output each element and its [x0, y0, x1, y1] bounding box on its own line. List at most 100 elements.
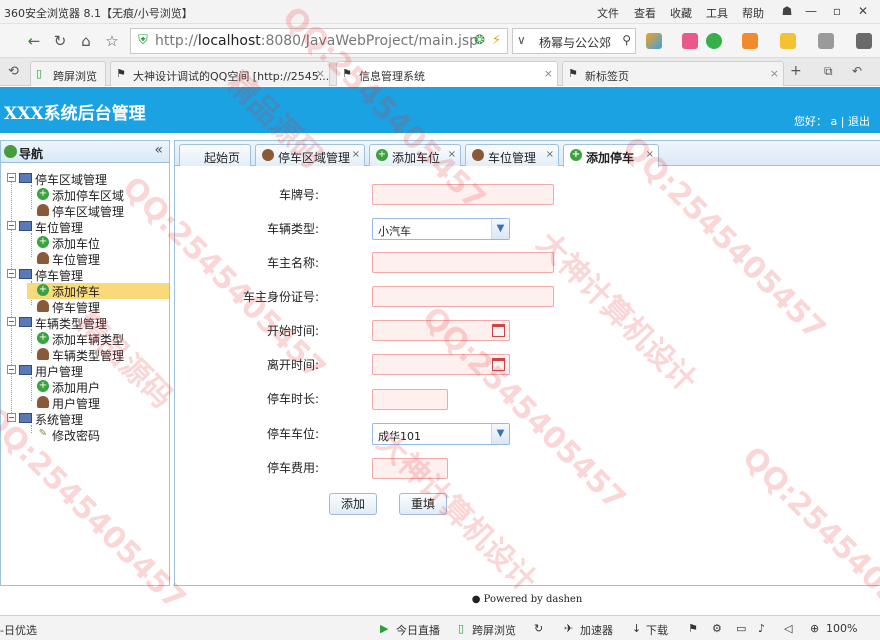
- menu-tools[interactable]: 工具: [706, 5, 728, 21]
- fee-input[interactable]: [372, 458, 448, 479]
- user-info: 您好： a | 退出: [794, 115, 870, 128]
- expand-icon[interactable]: −: [7, 221, 16, 230]
- expand-icon[interactable]: −: [7, 317, 16, 326]
- browser-tab-system[interactable]: ⚑ 信息管理系统 ×: [336, 61, 558, 86]
- status-download[interactable]: 下载: [646, 622, 668, 638]
- sound-icon[interactable]: ♪: [758, 622, 765, 635]
- browser-titlebar: 360安全浏览器 8.1【无痕/小号浏览】 文件 查看 收藏 工具 帮助 ☗ —…: [0, 0, 880, 24]
- status-cross[interactable]: 跨屏浏览: [472, 622, 516, 638]
- home-icon[interactable]: ⌂: [76, 31, 96, 51]
- tab-add-space[interactable]: + 添加车位 ×: [369, 144, 461, 166]
- vehicle-type-select[interactable]: 小汽车 ▼: [372, 218, 510, 240]
- close-tab-icon[interactable]: ×: [316, 67, 325, 80]
- chevron-down-icon[interactable]: ∨: [517, 33, 526, 47]
- nav-item-add-user[interactable]: + 添加用户: [27, 379, 169, 395]
- expand-icon[interactable]: −: [7, 413, 16, 422]
- refresh-icon[interactable]: ↻: [534, 622, 543, 635]
- status-accelerator[interactable]: 加速器: [580, 622, 613, 638]
- refresh-icon[interactable]: ↻: [50, 31, 70, 51]
- translate-icon[interactable]: [742, 33, 758, 49]
- tab-home[interactable]: 起始页: [179, 144, 251, 166]
- menu-view[interactable]: 查看: [634, 5, 656, 21]
- nav-item-vehicle-type-manage[interactable]: 车辆类型管理: [27, 347, 169, 363]
- nav-item-change-password[interactable]: ✎ 修改密码: [27, 427, 169, 443]
- start-time-input[interactable]: [372, 320, 510, 341]
- owner-id-input[interactable]: [372, 286, 554, 307]
- leave-time-input[interactable]: [372, 354, 510, 375]
- person-icon: [262, 149, 274, 161]
- tab-parking-area-manage[interactable]: 停车区域管理 ×: [255, 144, 365, 166]
- close-tab-icon[interactable]: ×: [546, 149, 554, 160]
- chevron-down-icon[interactable]: ▼: [491, 219, 509, 239]
- url-field[interactable]: ⛨ http://localhost:8080/JavaWebProject/m…: [130, 28, 508, 54]
- wallet-icon[interactable]: [706, 33, 722, 49]
- expand-icon[interactable]: −: [7, 173, 16, 182]
- logout-link[interactable]: 退出: [848, 115, 870, 128]
- url-text: http://localhost:8080/JavaWebProject/mai…: [155, 33, 479, 49]
- status-live[interactable]: 今日直播: [396, 622, 440, 638]
- close-tab-icon[interactable]: ×: [352, 149, 360, 160]
- browser-tab-cross[interactable]: ▯ 跨屏浏览: [30, 61, 106, 86]
- menu-favorites[interactable]: 收藏: [670, 5, 692, 21]
- nav-item-add-space[interactable]: + 添加车位: [27, 235, 169, 251]
- nav-item-add-parking-area[interactable]: + 添加停车区域: [27, 187, 169, 203]
- tools-icon[interactable]: ⚙: [712, 622, 722, 635]
- star-icon[interactable]: ☆: [102, 31, 122, 51]
- apps-icon[interactable]: [646, 33, 662, 49]
- close-tab-icon[interactable]: ×: [646, 149, 654, 160]
- nav-item-add-parking[interactable]: + 添加停车: [27, 283, 169, 299]
- window-icon[interactable]: ▭: [736, 622, 746, 635]
- skin-icon[interactable]: ☗: [776, 2, 798, 20]
- restore-icon[interactable]: ↶: [852, 64, 862, 78]
- plate-input[interactable]: [372, 184, 554, 205]
- close-tab-icon[interactable]: ×: [448, 149, 456, 160]
- person-icon: [37, 204, 49, 216]
- space-select[interactable]: 成华101 ▼: [372, 423, 510, 445]
- undo-tab-icon[interactable]: ⟲: [8, 64, 19, 79]
- calendar-icon[interactable]: [492, 324, 505, 337]
- menu-help[interactable]: 帮助: [742, 5, 764, 21]
- expand-icon[interactable]: −: [7, 269, 16, 278]
- close-window-icon[interactable]: ✕: [852, 2, 874, 20]
- close-tab-icon[interactable]: ×: [770, 67, 779, 80]
- collapse-icon[interactable]: «: [154, 142, 163, 158]
- search-icon[interactable]: ⚲: [622, 33, 631, 47]
- nav-item-parking-area-manage[interactable]: 停车区域管理: [27, 203, 169, 219]
- nav-item-add-vehicle-type[interactable]: + 添加车辆类型: [27, 331, 169, 347]
- volume-icon[interactable]: ◁: [784, 622, 792, 635]
- duration-input[interactable]: [372, 389, 448, 410]
- nav-item-user-manage[interactable]: 用户管理: [27, 395, 169, 411]
- browser-tab-qq[interactable]: ⚑ 大神设计调试的QQ空间 [http://2545... ×: [110, 61, 330, 86]
- nav-item-parking-manage[interactable]: 停车管理: [27, 299, 169, 315]
- flag-icon[interactable]: ⚑: [688, 622, 698, 635]
- mail-icon[interactable]: [682, 33, 698, 49]
- screenshot-icon[interactable]: [818, 33, 834, 49]
- browser-tab-newtab[interactable]: ⚑ 新标签页 ×: [562, 61, 784, 86]
- calendar-icon[interactable]: [492, 358, 505, 371]
- tab-list-icon[interactable]: ⧉: [824, 64, 833, 79]
- expand-icon[interactable]: −: [7, 365, 16, 374]
- lightning-icon[interactable]: ⚡: [492, 33, 501, 49]
- tab-space-manage[interactable]: 车位管理 ×: [465, 144, 559, 166]
- add-icon: +: [570, 149, 582, 161]
- submit-button[interactable]: 添加: [329, 493, 377, 515]
- nav-item-space-manage[interactable]: 车位管理: [27, 251, 169, 267]
- chevron-down-icon[interactable]: ▼: [491, 424, 509, 444]
- content-panel: 起始页 停车区域管理 × + 添加车位 × 车位管理 × + 添加停车 × 车牌…: [174, 140, 880, 586]
- menu-file[interactable]: 文件: [597, 5, 619, 21]
- security-icon[interactable]: ❂: [474, 33, 485, 49]
- back-icon[interactable]: ←: [24, 31, 44, 51]
- tab-add-parking[interactable]: + 添加停车 ×: [563, 144, 659, 167]
- owner-name-input[interactable]: [372, 252, 554, 273]
- more-menu-icon[interactable]: [856, 33, 872, 49]
- status-zoom[interactable]: 100%: [826, 622, 857, 635]
- new-tab-icon[interactable]: +: [790, 63, 802, 79]
- search-field[interactable]: ∨ 杨幂与公公郊 ⚲: [512, 28, 636, 54]
- person-icon: [37, 348, 49, 360]
- folder-icon[interactable]: [780, 33, 796, 49]
- maximize-icon[interactable]: ▫: [826, 2, 848, 20]
- minimize-icon[interactable]: —: [800, 2, 822, 20]
- status-left[interactable]: -日优选: [0, 622, 37, 638]
- close-tab-icon[interactable]: ×: [544, 67, 553, 80]
- reset-button[interactable]: 重填: [399, 493, 447, 515]
